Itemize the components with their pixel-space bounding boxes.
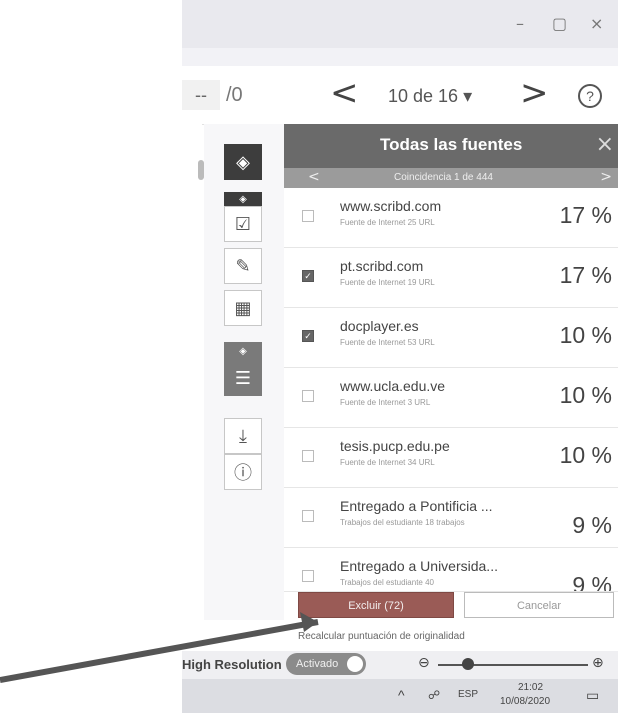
source-percent: 17 % [559,202,612,228]
close-icon[interactable]: × [590,14,603,33]
panel-title: Todas las fuentes [380,135,523,154]
app-strip [182,48,618,66]
source-checkbox[interactable] [302,510,314,522]
zoom-in-icon[interactable]: ⊕ [592,655,604,671]
source-type: Fuente de Internet 25 URL [340,218,435,227]
document-area [182,124,202,651]
source-checkbox[interactable]: ✓ [302,270,314,282]
next-match-icon[interactable]: > [600,170,612,184]
source-percent: 10 % [559,322,612,348]
close-panel-icon[interactable]: × [596,132,614,157]
source-row[interactable]: ✓ docplayer.es Fuente de Internet 53 URL… [284,308,618,368]
source-checkbox[interactable] [302,390,314,402]
viewer-bottom-bar: High Resolution Activado ⊖ ⊕ [182,651,618,679]
side-toolbar: ◈ ◈ ☑ ✎ ▦ ◈ ☰ ⤓ ⓘ [204,124,284,620]
source-row[interactable]: Entregado a Universida... Trabajos del e… [284,548,618,592]
zoom-slider-thumb[interactable] [462,658,474,670]
source-type: Trabajos del estudiante 18 trabajos [340,518,465,527]
source-percent: 10 % [559,382,612,408]
panel-header: Todas las fuentes × [284,124,618,168]
toggle-label: Activado [296,658,339,670]
filter-layer-icon[interactable]: ◈ [224,342,262,360]
viewer-toolbar: -- /0 < 10 de 16 ▾ > ? [182,66,618,125]
exclude-button[interactable]: Excluir (72) [298,592,454,618]
source-name: Entregado a Universida... [340,558,498,574]
source-row[interactable]: Entregado a Pontificia ... Trabajos del … [284,488,618,548]
clock-date[interactable]: 10/08/2020 [500,696,550,707]
language-indicator[interactable]: ESP [458,689,478,700]
source-name: Entregado a Pontificia ... [340,498,493,514]
source-name: tesis.pucp.edu.pe [340,438,450,454]
page-total: /0 [226,84,243,106]
source-type: Fuente de Internet 19 URL [340,278,435,287]
maximize-icon[interactable]: ▢ [552,14,567,33]
layers-icon[interactable]: ◈ [224,144,262,180]
panel-footer: Excluir (72) Cancelar [284,592,618,620]
source-percent: 9 % [572,512,612,538]
source-checkbox[interactable] [302,570,314,582]
source-row[interactable]: www.scribd.com Fuente de Internet 25 URL… [284,188,618,248]
source-checkbox[interactable]: ✓ [302,330,314,342]
zoom-out-icon[interactable]: ⊖ [418,655,430,671]
page-number-input[interactable]: -- [182,80,220,110]
source-checkbox[interactable] [302,450,314,462]
minimize-icon[interactable]: – [516,14,524,33]
help-icon[interactable]: ? [578,84,602,108]
source-type: Trabajos del estudiante 40 [340,578,434,587]
window-title-bar: – ▢ × [182,0,618,48]
source-percent: 9 % [572,572,612,592]
source-percent: 17 % [559,262,612,288]
next-page-icon[interactable]: > [520,76,549,110]
source-percent: 10 % [559,442,612,468]
source-row[interactable]: ✓ pt.scribd.com Fuente de Internet 19 UR… [284,248,618,308]
info-icon[interactable]: ⓘ [224,454,262,490]
download-icon[interactable]: ⤓ [224,418,262,454]
checkbox-tool-icon[interactable]: ☑ [224,206,262,242]
source-row[interactable]: www.ucla.edu.ve Fuente de Internet 3 URL… [284,368,618,428]
source-name: www.scribd.com [340,198,442,214]
previous-match-icon[interactable]: < [308,170,320,184]
edit-icon[interactable]: ✎ [224,248,262,284]
filter-icon[interactable]: ☰ [224,360,262,396]
source-type: Fuente de Internet 53 URL [340,338,435,347]
source-name: www.ucla.edu.ve [340,378,446,394]
source-type: Fuente de Internet 3 URL [340,398,431,407]
page-selector[interactable]: 10 de 16 ▾ [388,86,472,107]
source-row[interactable]: tesis.pucp.edu.pe Fuente de Internet 34 … [284,428,618,488]
match-counter: Coincidencia 1 de 444 [394,172,493,183]
cancel-button[interactable]: Cancelar [464,592,614,618]
source-type: Fuente de Internet 34 URL [340,458,435,467]
high-resolution-toggle[interactable]: Activado [286,653,366,675]
previous-page-icon[interactable]: < [330,76,359,110]
source-name: docplayer.es [340,318,419,334]
match-overview-icon[interactable]: ◈ [224,192,262,206]
toggle-knob [347,656,363,672]
network-icon[interactable]: ☍ [428,688,440,702]
sources-panel: Todas las fuentes × < Coincidencia 1 de … [284,124,618,620]
tray-chevron-icon[interactable]: ^ [398,687,405,703]
match-navigator: < Coincidencia 1 de 444 > [284,168,618,188]
notifications-icon[interactable]: ▭ [586,687,599,704]
windows-taskbar: ^ ☍ ESP 21:02 10/08/2020 ▭ [182,679,618,713]
zoom-slider-track[interactable] [438,664,588,666]
clock-time[interactable]: 21:02 [518,682,543,693]
source-name: pt.scribd.com [340,258,424,274]
source-checkbox[interactable] [302,210,314,222]
high-resolution-label: High Resolution [182,657,282,672]
grid-icon[interactable]: ▦ [224,290,262,326]
recalculate-link[interactable]: Recalcular puntuación de originalidad [298,631,465,642]
